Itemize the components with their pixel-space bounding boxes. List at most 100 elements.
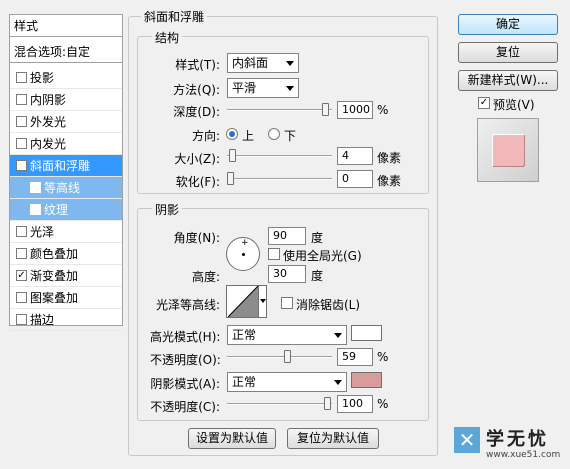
styles-header: 样式 [10, 15, 122, 37]
logo-mark-icon: ✕ [454, 427, 480, 453]
soften-slider[interactable] [227, 171, 332, 187]
chevron-down-icon [334, 333, 342, 338]
slider-thumb[interactable] [322, 103, 329, 116]
highlight-opacity-slider[interactable] [227, 349, 332, 365]
depth-label: 深度(D): [173, 105, 220, 119]
style-item-label: 渐变叠加 [30, 269, 79, 283]
chevron-down-icon [260, 299, 266, 303]
global-light-label: 使用全局光(G) [283, 249, 362, 263]
soften-input[interactable]: 0 [337, 170, 373, 188]
style-item-label: 斜面和浮雕 [30, 159, 91, 173]
style-checkbox[interactable] [16, 314, 27, 325]
contour-curve-icon [228, 286, 258, 317]
dial-center [242, 253, 245, 256]
contour-divider [258, 286, 259, 317]
slider-thumb[interactable] [229, 149, 236, 162]
style-checkbox[interactable] [30, 204, 41, 215]
direction-up-label: 上 [242, 129, 255, 143]
shadow-mode-select[interactable]: 正常 [227, 372, 347, 392]
depth-input[interactable]: 1000 [337, 101, 373, 119]
shadow-color-swatch[interactable] [351, 372, 382, 388]
shadow-mode-label: 阴影模式(A): [150, 377, 220, 391]
style-checkbox[interactable] [16, 292, 27, 303]
highlight-color-swatch[interactable] [351, 325, 382, 341]
style-checkbox[interactable] [16, 116, 27, 127]
style-item-label: 光泽 [30, 225, 55, 239]
style-item-label: 颜色叠加 [30, 247, 79, 261]
style-item-stroke[interactable]: 描边 [10, 309, 122, 331]
reset-button[interactable]: 复位 [458, 42, 558, 63]
new-style-button[interactable]: 新建样式(W)... [458, 70, 558, 91]
size-slider[interactable] [227, 148, 332, 164]
reset-default-button[interactable]: 复位为默认值 [287, 428, 379, 449]
technique-select[interactable]: 平滑 [227, 78, 299, 98]
preview-checkbox[interactable]: ✓ [478, 97, 490, 109]
size-label: 大小(Z): [174, 152, 220, 166]
slider-thumb[interactable] [284, 350, 291, 363]
style-label: 样式(T): [175, 58, 220, 72]
angle-dial[interactable]: + [226, 237, 260, 271]
style-item-gradient-overlay[interactable]: ✓ 渐变叠加 [10, 265, 122, 287]
antialias-checkbox[interactable] [281, 297, 293, 309]
slider-thumb[interactable] [227, 172, 234, 185]
style-item-pattern-overlay[interactable]: 图案叠加 [10, 287, 122, 309]
depth-slider[interactable] [227, 102, 332, 118]
style-select[interactable]: 内斜面 [227, 53, 299, 73]
style-checkbox[interactable] [16, 72, 27, 83]
style-checkbox[interactable] [16, 94, 27, 105]
angle-unit: 度 [311, 231, 324, 245]
global-light-checkbox[interactable] [268, 248, 280, 260]
style-checkbox[interactable]: ✓ [16, 270, 27, 281]
direction-up-radio[interactable] [226, 128, 238, 140]
altitude-input[interactable]: 30 [268, 265, 306, 283]
style-item-inner-shadow[interactable]: 内阴影 [10, 89, 122, 111]
angle-input[interactable]: 90 [268, 227, 306, 245]
watermark-url: www.xue51.com [486, 450, 561, 460]
style-checkbox[interactable] [16, 138, 27, 149]
shadow-opacity-unit: % [377, 397, 389, 411]
gloss-contour-label: 光泽等高线: [155, 298, 220, 312]
style-item-drop-shadow[interactable]: 投影 [10, 67, 122, 89]
highlight-opacity-unit: % [377, 350, 389, 364]
style-item-bevel-emboss[interactable]: ✓ 斜面和浮雕 [10, 155, 122, 177]
altitude-unit: 度 [311, 269, 324, 283]
chevron-down-icon [334, 380, 342, 385]
style-item-label: 纹理 [44, 203, 69, 217]
style-item-satin[interactable]: 光泽 [10, 221, 122, 243]
size-input[interactable]: 4 [337, 147, 373, 165]
style-checkbox[interactable]: ✓ [16, 160, 27, 171]
slider-thumb[interactable] [324, 397, 331, 410]
styles-list: 样式 混合选项:自定 投影 内阴影 外发光 内发光 ✓ 斜面和浮雕 等高线 纹理 光泽 颜色叠加 ✓… [9, 14, 123, 331]
size-unit: 像素 [377, 151, 402, 165]
soften-unit: 像素 [377, 174, 402, 188]
blend-options-item[interactable]: 混合选项:自定 [10, 41, 122, 63]
style-item-contour[interactable]: 等高线 [10, 177, 122, 199]
watermark-text: 学无忧 [486, 429, 549, 450]
ok-button[interactable]: 确定 [458, 14, 558, 35]
gloss-contour-picker[interactable] [226, 285, 267, 318]
style-item-label: 投影 [30, 71, 55, 85]
style-item-label: 内发光 [30, 137, 67, 151]
highlight-opacity-input[interactable]: 59 [337, 348, 373, 366]
style-item-outer-glow[interactable]: 外发光 [10, 111, 122, 133]
style-checkbox[interactable] [16, 248, 27, 259]
direction-down-radio[interactable] [268, 128, 280, 140]
structure-title: 结构 [152, 29, 183, 46]
shading-title: 阴影 [152, 201, 183, 218]
style-item-inner-glow[interactable]: 内发光 [10, 133, 122, 155]
style-checkbox[interactable] [30, 182, 41, 193]
style-checkbox[interactable] [16, 226, 27, 237]
technique-label: 方法(Q): [173, 83, 220, 97]
altitude-label: 高度: [191, 270, 220, 284]
shadow-opacity-slider[interactable] [227, 396, 332, 412]
highlight-mode-select[interactable]: 正常 [227, 325, 347, 345]
shadow-opacity-input[interactable]: 100 [337, 395, 373, 413]
preview-label: 预览(V) [493, 98, 535, 112]
style-item-label: 描边 [30, 313, 55, 327]
bevel-emboss-title: 斜面和浮雕 [141, 8, 208, 25]
direction-down-label: 下 [284, 129, 297, 143]
style-item-color-overlay[interactable]: 颜色叠加 [10, 243, 122, 265]
style-item-label: 外发光 [30, 115, 67, 129]
set-default-button[interactable]: 设置为默认值 [188, 428, 276, 449]
style-item-texture[interactable]: 纹理 [10, 199, 122, 221]
